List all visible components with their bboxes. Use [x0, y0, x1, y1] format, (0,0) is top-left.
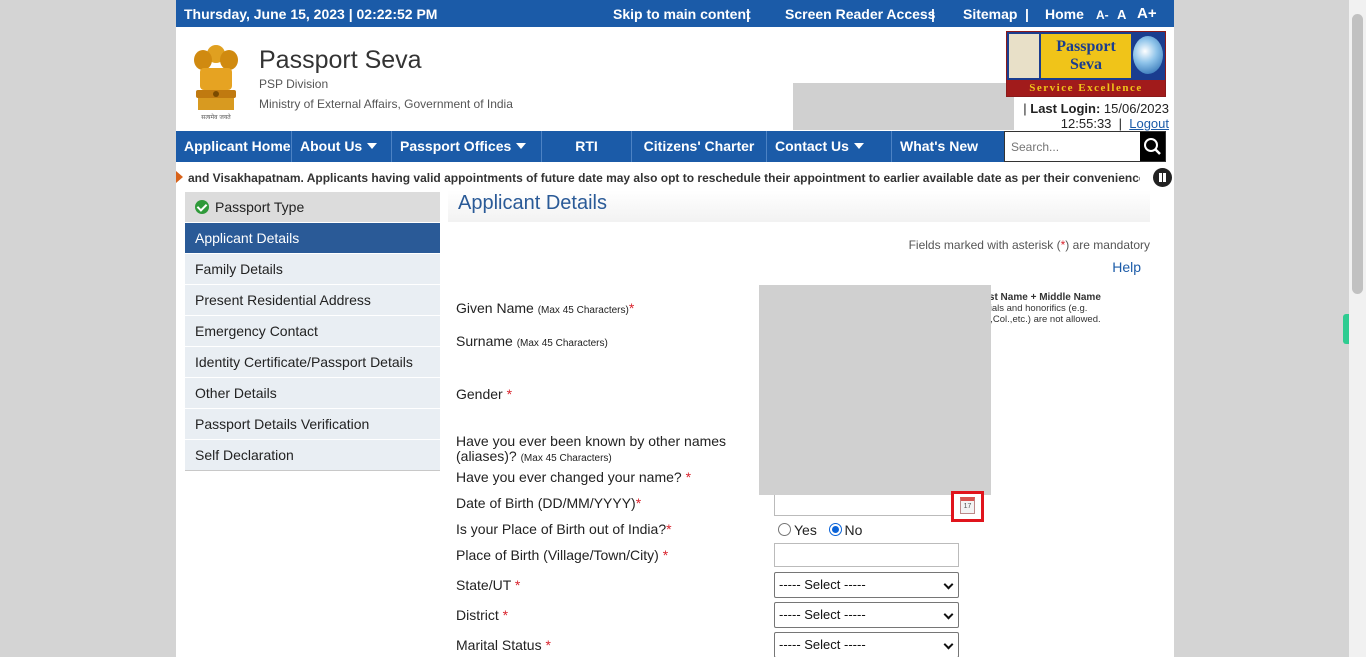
caret-down-icon: [853, 143, 864, 149]
redacted-area: [759, 285, 991, 495]
sidebar-item-emergency-contact[interactable]: Emergency Contact: [185, 316, 440, 347]
aliases-label: Have you ever been known by other names(…: [456, 433, 727, 465]
site-title: Passport Seva: [259, 46, 422, 74]
separator: |: [931, 6, 935, 22]
ministry-name: Ministry of External Affairs, Government…: [259, 97, 513, 111]
nav-passport-offices[interactable]: Passport Offices: [392, 131, 542, 162]
district-select[interactable]: ----- Select -----: [774, 602, 959, 628]
sitemap-link[interactable]: Sitemap: [963, 6, 1017, 22]
changed-name-label: Have you ever changed your name? *: [456, 469, 692, 485]
marital-status-label: Marital Status *: [456, 637, 551, 653]
sidebar-item-passport-type[interactable]: Passport Type: [185, 192, 440, 223]
calendar-icon: 17: [960, 497, 975, 514]
sidebar-item-other-details[interactable]: Other Details: [185, 378, 440, 409]
sidebar-item-passport-verification[interactable]: Passport Details Verification: [185, 409, 440, 440]
given-name-label: Given Name (Max 45 Characters)*: [456, 300, 635, 317]
sidebar-item-family-details[interactable]: Family Details: [185, 254, 440, 285]
pause-icon[interactable]: [1153, 168, 1172, 187]
main-nav: Applicant Home About Us Passport Offices…: [176, 131, 1004, 162]
font-decrease-button[interactable]: A-: [1096, 8, 1109, 22]
district-label: District *: [456, 607, 509, 623]
emblem-caption: सत्यमेव जयते: [201, 113, 231, 121]
dob-input[interactable]: [774, 492, 959, 516]
last-login-info: | Last Login: 15/06/2023 12:55:33 | Logo…: [1023, 101, 1169, 131]
separator: |: [746, 6, 750, 22]
last-login-time: 12:55:33: [1060, 116, 1112, 131]
separator: |: [1025, 6, 1029, 22]
gender-label: Gender *: [456, 386, 513, 402]
nav-applicant-home[interactable]: Applicant Home: [176, 131, 292, 162]
chevron-down-icon: [943, 579, 954, 590]
pob-input[interactable]: [774, 543, 959, 567]
search-input[interactable]: [1005, 132, 1140, 161]
ticker-arrow-icon: [176, 171, 183, 183]
radio-no-label: No: [844, 522, 863, 538]
ticker-text: and Visakhapatnam. Applicants having val…: [188, 171, 1140, 185]
sidebar-item-present-address[interactable]: Present Residential Address: [185, 285, 440, 316]
check-icon: [195, 200, 209, 214]
font-increase-button[interactable]: A+: [1137, 5, 1157, 22]
help-link[interactable]: Help: [1112, 259, 1141, 275]
chevron-down-icon: [943, 639, 954, 650]
nav-whats-new[interactable]: What's New: [892, 131, 1004, 162]
pob-out-yes-radio[interactable]: [778, 523, 791, 536]
logo-band: Service Excellence: [1007, 80, 1165, 96]
caret-down-icon: [516, 143, 527, 149]
nav-rti[interactable]: RTI: [542, 131, 632, 162]
screen-reader-link[interactable]: Screen Reader Access: [785, 6, 935, 22]
national-emblem-icon: सत्यमेव जयते: [190, 40, 242, 122]
sidebar-item-self-declaration[interactable]: Self Declaration: [185, 440, 440, 471]
page-title: Applicant Details: [458, 192, 607, 214]
globe-icon: [1133, 36, 1163, 74]
radio-yes-label: Yes: [794, 522, 817, 538]
datetime: Thursday, June 15, 2023 | 02:22:52 PM: [184, 6, 438, 22]
news-ticker: and Visakhapatnam. Applicants having val…: [176, 166, 1174, 190]
site-subtitle: PSP Division: [259, 77, 329, 91]
last-login-date: 15/06/2023: [1103, 101, 1169, 116]
last-login-label: Last Login:: [1030, 101, 1101, 116]
vertical-scrollbar[interactable]: [1349, 0, 1366, 657]
application-steps-menu: Passport Type Applicant Details Family D…: [185, 192, 440, 471]
pob-out-label: Is your Place of Birth out of India?*: [456, 521, 672, 537]
pob-label: Place of Birth (Village/Town/City) *: [456, 547, 669, 563]
caret-down-icon: [367, 143, 378, 149]
search-icon: [1144, 138, 1161, 155]
pob-out-radio-group: Yes No: [778, 522, 862, 538]
mandatory-note: Fields marked with asterisk (*) are mand…: [908, 238, 1150, 252]
sidebar-item-identity-certificate[interactable]: Identity Certificate/Passport Details: [185, 347, 440, 378]
calendar-button[interactable]: 17: [951, 491, 984, 522]
page: Thursday, June 15, 2023 | 02:22:52 PM Sk…: [176, 0, 1174, 657]
marital-status-select[interactable]: ----- Select -----: [774, 632, 959, 657]
redacted-area: [793, 83, 1014, 130]
nav-citizens-charter[interactable]: Citizens' Charter: [632, 131, 767, 162]
logo-title: Passport Seva: [1041, 34, 1131, 78]
font-normal-button[interactable]: A: [1117, 7, 1126, 22]
nav-contact-us[interactable]: Contact Us: [767, 131, 892, 162]
nav-about-us[interactable]: About Us: [292, 131, 392, 162]
search-button[interactable]: [1140, 132, 1165, 161]
skip-to-main-link[interactable]: Skip to main content: [613, 6, 751, 22]
passport-seva-logo: Passport Seva Service Excellence: [1006, 31, 1166, 97]
surname-label: Surname (Max 45 Characters): [456, 333, 608, 350]
state-select[interactable]: ----- Select -----: [774, 572, 959, 598]
given-name-hint: rst Name + Middle Name itials and honorif…: [985, 292, 1101, 325]
sidebar-item-applicant-details[interactable]: Applicant Details: [185, 223, 440, 254]
logo-emblem-icon: [1009, 34, 1039, 78]
state-label: State/UT *: [456, 577, 521, 593]
logout-link[interactable]: Logout: [1129, 116, 1169, 131]
dob-label: Date of Birth (DD/MM/YYYY)*: [456, 495, 642, 511]
pob-out-no-radio[interactable]: [828, 523, 842, 536]
scrollbar-thumb[interactable]: [1352, 14, 1363, 294]
chevron-down-icon: [943, 609, 954, 620]
search-box: [1004, 131, 1166, 162]
top-bar: Thursday, June 15, 2023 | 02:22:52 PM Sk…: [176, 0, 1174, 27]
home-link[interactable]: Home: [1045, 6, 1084, 22]
